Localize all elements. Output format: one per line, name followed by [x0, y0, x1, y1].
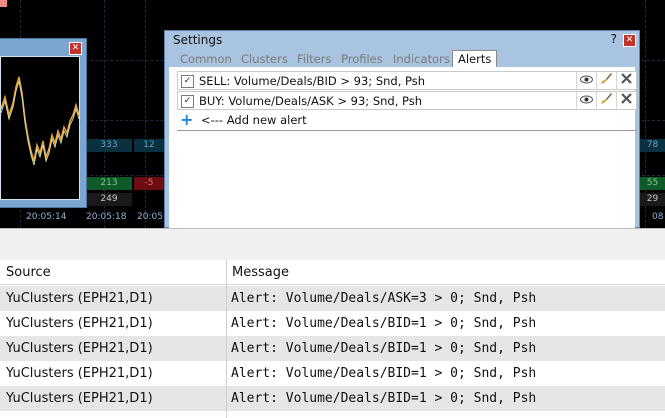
indicator-marker [0, 0, 7, 7]
close-icon[interactable]: ✕ [623, 34, 636, 47]
panel-splitter[interactable] [0, 228, 665, 260]
alerts-log-table[interactable]: Source Message YuClusters (EPH21,D1) Ale… [0, 260, 665, 418]
table-row[interactable]: YuClusters (EPH21,D1) Alert: Volume/Deal… [0, 286, 665, 311]
message-cell: Alert: Volume/Deals/BID=1 > 0; Snd, Psh [231, 366, 537, 381]
message-cell: Alert: Volume/Deals/ASK=3 > 0; Snd, Psh [231, 291, 537, 306]
help-button[interactable]: ? [611, 32, 617, 46]
source-cell: YuClusters (EPH21,D1) [6, 366, 153, 381]
eye-icon[interactable] [576, 72, 596, 89]
alert-rule-text: SELL: Volume/Deals/BID > 93; Snd, Psh [199, 74, 426, 88]
tab-common[interactable]: Common [180, 52, 232, 66]
dialog-title: Settings [173, 33, 223, 47]
alert-rule-text: BUY: Volume/Deals/ASK > 93; Snd, Psh [199, 94, 423, 108]
source-cell: YuClusters (EPH21,D1) [6, 341, 153, 356]
cluster-cell: 333 [86, 139, 132, 152]
alerts-panel: ✓ SELL: Volume/Deals/BID > 93; Snd, Psh … [169, 67, 637, 229]
message-cell: Alert: Volume/Deals/BID=1 > 0; Snd, Psh [231, 341, 537, 356]
message-cell: Alert: Volume/Deals/BID=1 > 0; Snd, Psh [231, 391, 537, 406]
cluster-cell: 213 [86, 177, 132, 190]
time-label: 08 [652, 212, 664, 222]
price-line [0, 76, 80, 166]
source-cell: YuClusters (EPH21,D1) [6, 316, 153, 331]
column-divider[interactable] [226, 260, 227, 418]
time-label: 20:05:18 [86, 212, 127, 222]
brush-icon[interactable] [596, 72, 616, 89]
cluster-cell: -5 [134, 177, 164, 190]
mini-chart-window[interactable]: ✕ [0, 38, 87, 208]
alert-enabled-checkbox[interactable]: ✓ [181, 75, 194, 88]
source-cell: YuClusters (EPH21,D1) [6, 391, 153, 406]
cluster-cell: 78 [640, 139, 665, 152]
column-header-source[interactable]: Source [0, 260, 226, 285]
alert-enabled-checkbox[interactable]: ✓ [181, 95, 194, 108]
source-cell: YuClusters (EPH21,D1) [6, 291, 153, 306]
delete-icon[interactable] [616, 92, 636, 109]
time-label: 20:05:14 [26, 212, 67, 222]
table-row[interactable]: YuClusters (EPH21,D1) Alert: Volume/Deal… [0, 311, 665, 336]
cluster-cell: 12 [134, 139, 164, 152]
alert-rule-row[interactable]: ✓ SELL: Volume/Deals/BID > 93; Snd, Psh [177, 71, 637, 90]
tab-clusters[interactable]: Clusters [241, 52, 288, 66]
settings-dialog[interactable]: Settings ? ✕ Common Clusters Filters Pro… [164, 30, 640, 229]
brush-icon[interactable] [596, 92, 616, 109]
time-label: 20:05: [137, 212, 166, 222]
tab-filters[interactable]: Filters [297, 52, 331, 66]
table-row[interactable]: YuClusters (EPH21,D1) Alert: Volume/Deal… [0, 361, 665, 386]
delete-icon[interactable] [616, 72, 636, 89]
eye-icon[interactable] [576, 92, 596, 109]
add-alert-row[interactable]: + <--- Add new alert [177, 110, 637, 131]
cluster-cell: 55 [640, 177, 665, 190]
alert-rule-row[interactable]: ✓ BUY: Volume/Deals/ASK > 93; Snd, Psh [177, 91, 637, 110]
plus-icon[interactable]: + [180, 110, 193, 129]
column-header-message[interactable]: Message [227, 260, 665, 285]
close-icon[interactable]: ✕ [69, 42, 82, 55]
add-alert-label[interactable]: <--- Add new alert [201, 113, 307, 127]
table-row[interactable]: YuClusters (EPH21,D1) Alert: Volume/Deal… [0, 386, 665, 411]
cluster-cell: 29 [640, 193, 665, 206]
message-cell: Alert: Volume/Deals/BID=1 > 0; Snd, Psh [231, 316, 537, 331]
tab-profiles[interactable]: Profiles [341, 52, 383, 66]
tab-indicators[interactable]: Indicators [393, 52, 450, 66]
table-row[interactable]: YuClusters (EPH21,D1) Alert: Volume/Deal… [0, 336, 665, 361]
grid-line [145, 0, 146, 228]
mini-chart-canvas [0, 56, 80, 200]
cluster-cell: 249 [86, 193, 132, 206]
